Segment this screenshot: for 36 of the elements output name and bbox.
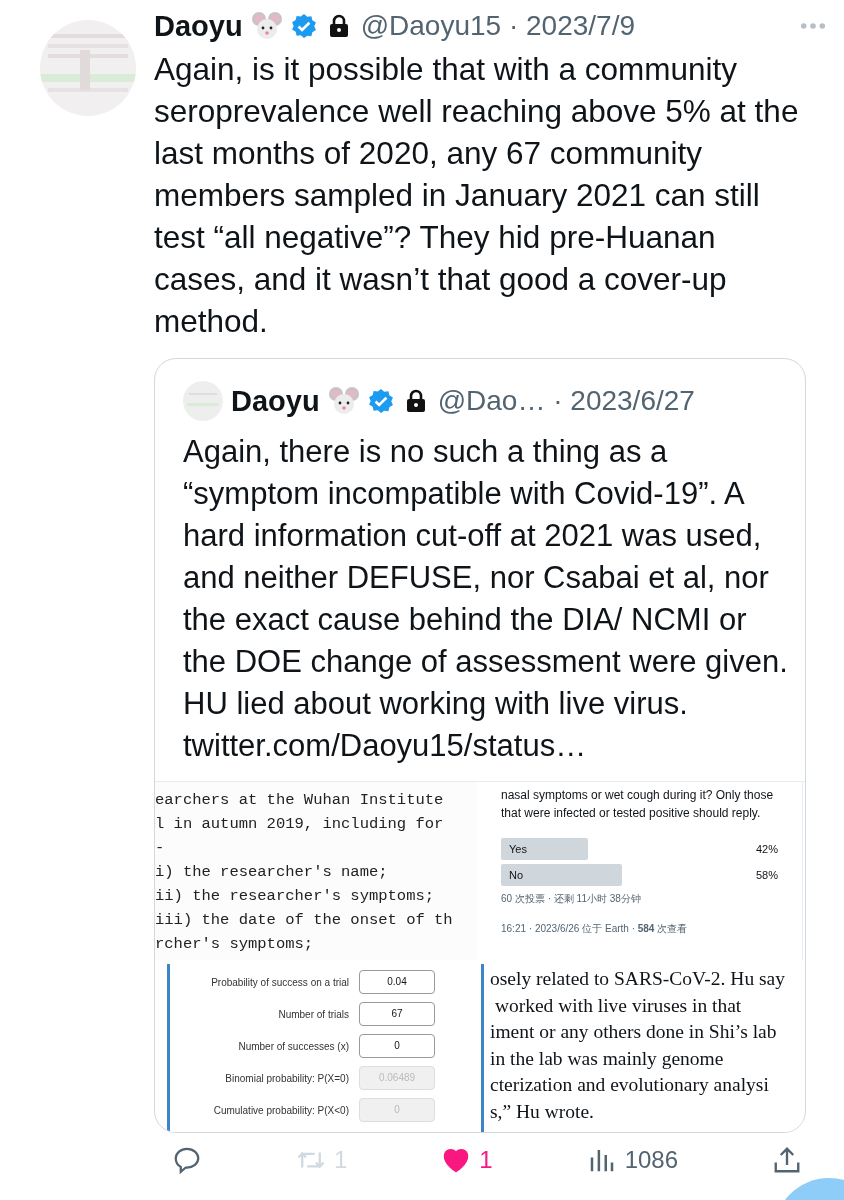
input-field: 0 [359,1034,435,1058]
poll-footer: 60 次投票 · 还剩 11小时 38分钟 [501,892,792,906]
code-line: earchers at the Wuhan Institute [155,790,445,811]
poll-percent: 42% [755,843,779,855]
poll-question: nasal symptoms or wet cough during it? Only those that were infected or tested positive should reply. [501,787,775,822]
handle-date: @Dao… · 2023/6/27 [437,385,695,417]
article-line: cterization and evolutionary analysi [490,1073,770,1097]
poll-option: Yes [501,843,527,855]
code-line: i) the researcher's name; [155,862,389,883]
views-button[interactable]: 1086 [586,1145,678,1175]
tweet-text: Again, is it possible that with a community seroprevalence well reaching above 5% at the last months of 2020, any 67 community members sampled in January 2021 can still test “all negative”? They hid pre-Huanan cases, and it wasn’t that good a cover-up method. [154,50,800,341]
post-meta: 16:21 · 2023/6/26 位于 Earth · 584 次查看 [501,922,689,936]
article-line: s,” Hu wrote. [490,1099,595,1124]
code-line: rcher's symptoms; [155,934,315,955]
field-label: Cumulative probability: P(X<0) [213,1104,349,1116]
article-line: worked with live viruses in that [493,993,743,1018]
code-line: iii) the date of the onset of th [155,910,454,931]
handle-date: @Daoyu15 · 2023/7/9 [360,10,636,42]
article-line: in the lab was mainly genome [490,1046,725,1071]
input-field: 67 [359,1002,435,1026]
quote-text: Again, there is no such a thing as a “symptom incompatible with Covid-19”. A hard information cut-off at 2021 was used, and neither DEFUSE, nor Csabai et al, nor the exact cause behind the DIA/ NCMI or the DOE change of assessment were given. HU lied about working with live virus. twitter.com/Daoyu15/status… [183,433,789,765]
article-line: iment or any others done in Shi’s lab [490,1020,778,1044]
input-field: 0.04 [359,970,435,994]
field-label: Probability of success on a trial [211,976,349,988]
poll-option: No [501,869,524,881]
field-label: Number of successes (x) [238,1040,349,1052]
code-line: - [155,838,166,859]
poll-percent: 58% [755,869,779,881]
code-line: ii) the researcher's symptoms; [155,886,436,907]
author-name: Daoyu [231,384,320,418]
code-line: l in autumn 2019, including for [155,814,445,835]
field-label: Number of trials [278,1008,349,1020]
author-name[interactable]: Daoyu [154,9,243,43]
article-line: osely related to SARS-CoV-2. Hu say [490,967,786,991]
like-button[interactable]: 1 [441,1145,493,1175]
field-label: Binomial probability: P(X=0) [225,1072,349,1084]
